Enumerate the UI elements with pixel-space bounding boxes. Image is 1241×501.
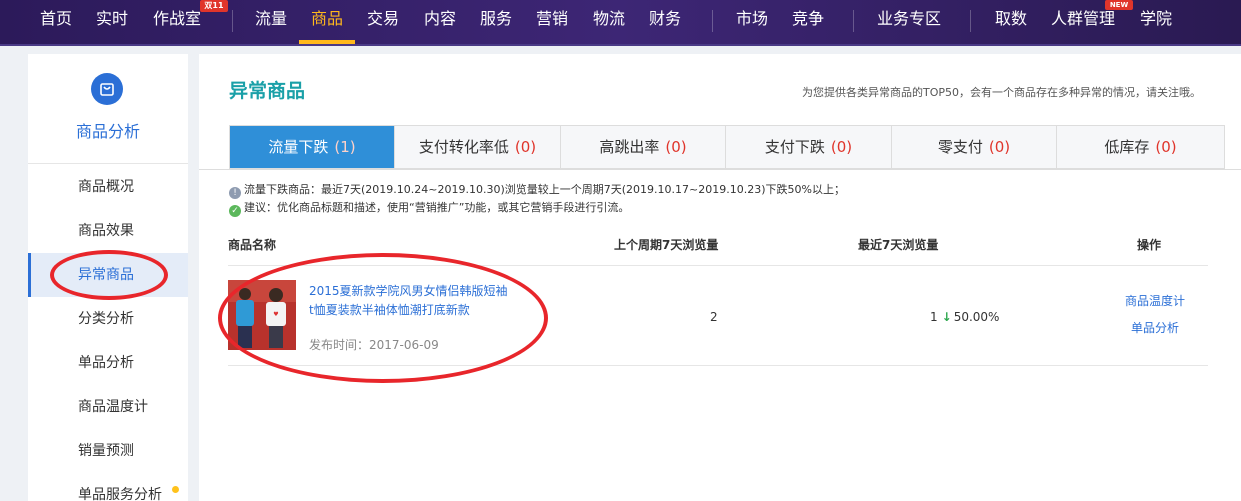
- warn-note: ! 流量下跌商品：最近7天(2019.10.24~2019.10.30)浏览量较上…: [229, 181, 845, 199]
- nav-item-academy[interactable]: 学院: [1140, 0, 1172, 40]
- nav-item-traffic[interactable]: 流量: [255, 0, 287, 40]
- sidebar-item-single-analysis[interactable]: 单品分析: [28, 341, 188, 385]
- tab-low-stock[interactable]: 低库存 (0): [1057, 126, 1224, 168]
- nav-item-business-zone[interactable]: 业务专区: [877, 0, 941, 40]
- info-icon: !: [229, 187, 241, 199]
- nav-item-logistics[interactable]: 物流: [593, 0, 625, 40]
- double11-badge: 双11: [200, 0, 228, 12]
- sidebar-item-product-thermometer[interactable]: 商品温度计: [28, 385, 188, 429]
- sidebar-item-product-overview[interactable]: 商品概况: [28, 165, 188, 209]
- shopping-bag-icon: [91, 73, 123, 105]
- sidebar-item-sales-forecast[interactable]: 销量预测: [28, 429, 188, 473]
- nav-separator: [232, 10, 233, 32]
- tab-count: (0): [514, 138, 537, 156]
- recent-views: 1 ↓ 50.00%: [930, 310, 999, 324]
- annotation-circle-sidebar: [50, 250, 168, 300]
- product-thermometer-link[interactable]: 商品温度计: [1125, 292, 1185, 309]
- warn-note-text: 流量下跌商品：最近7天(2019.10.24~2019.10.30)浏览量较上一…: [244, 183, 845, 196]
- sidebar-item-category-analysis[interactable]: 分类分析: [28, 297, 188, 341]
- nav-separator: [853, 10, 854, 32]
- tab-count: (0): [665, 138, 687, 156]
- annotation-circle-product: [218, 253, 548, 383]
- tab-label: 支付下跌: [764, 138, 825, 156]
- prev-views-value: 2: [710, 310, 718, 324]
- advice-note: ✓ 建议：优化商品标题和描述，使用“营销推广”功能，或其它营销手段进行引流。: [229, 199, 845, 217]
- tab-traffic-drop[interactable]: 流量下跌 (1): [230, 126, 395, 168]
- nav-separator: [712, 10, 713, 32]
- sidebar-item-product-effect[interactable]: 商品效果: [28, 209, 188, 253]
- tab-label: 高跳出率: [599, 138, 660, 156]
- tab-count: (0): [1155, 138, 1177, 156]
- nav-item-market[interactable]: 市场: [736, 0, 768, 40]
- tab-zero-payment[interactable]: 零支付 (0): [892, 126, 1057, 168]
- change-percent: 50.00%: [953, 310, 1000, 324]
- nav-item-competition[interactable]: 竞争: [792, 0, 824, 40]
- check-icon: ✓: [229, 205, 241, 217]
- tab-label: 低库存: [1104, 138, 1150, 156]
- nav-item-fetch-data[interactable]: 取数: [995, 0, 1027, 40]
- notification-dot: [172, 486, 179, 493]
- col-operations: 操作: [1137, 238, 1162, 252]
- col-prev-views: 上个周期7天浏览量: [614, 238, 719, 252]
- tab-count: (1): [334, 138, 356, 156]
- page-title: 异常商品: [229, 80, 306, 102]
- sidebar-item-service-analysis[interactable]: 单品服务分析: [28, 473, 188, 501]
- nav-separator: [970, 10, 971, 32]
- sidebar-title: 商品分析: [75, 122, 140, 141]
- recent-views-value: 1: [930, 310, 938, 324]
- tab-bar: 流量下跌 (1) 支付转化率低 (0) 高跳出率 (0) 支付下跌 (0) 零支付 (0)…: [229, 125, 1225, 169]
- nav-bottom-line: [0, 44, 1241, 46]
- nav-item-realtime[interactable]: 实时: [96, 0, 128, 40]
- nav-item-marketing[interactable]: 营销: [536, 0, 568, 40]
- new-badge: NEW: [1105, 0, 1133, 10]
- nav-item-war-room[interactable]: 作战室: [153, 0, 201, 40]
- col-recent-views: 最近7天浏览量: [858, 238, 939, 252]
- tab-high-bounce[interactable]: 高跳出率 (0): [561, 126, 726, 168]
- nav-item-content[interactable]: 内容: [424, 0, 456, 40]
- single-analysis-link[interactable]: 单品分析: [1131, 319, 1179, 336]
- notes: ! 流量下跌商品：最近7天(2019.10.24~2019.10.30)浏览量较上…: [229, 181, 845, 217]
- tab-label: 流量下跌: [268, 138, 329, 156]
- col-product-name: 商品名称: [228, 238, 277, 252]
- page-hint: 为您提供各类异常商品的TOP50，会有一个商品存在多种异常的情况，请关注哦。: [801, 86, 1201, 99]
- tab-label: 零支付: [937, 138, 983, 156]
- nav-item-home[interactable]: 首页: [40, 0, 72, 40]
- sidebar-header: 商品分析: [28, 54, 188, 164]
- arrow-down-icon: ↓: [941, 310, 952, 324]
- nav-item-finance[interactable]: 财务: [649, 0, 681, 40]
- top-nav: 首页 实时 作战室 双11 流量 商品 交易 内容 服务 营销 物流 财务 市场…: [0, 0, 1241, 44]
- tab-label: 支付转化率低: [418, 138, 509, 156]
- nav-item-product[interactable]: 商品: [311, 0, 343, 40]
- tab-underline: [199, 169, 1241, 170]
- tab-count: (0): [830, 138, 853, 156]
- tab-low-conversion[interactable]: 支付转化率低 (0): [395, 126, 561, 168]
- tab-payment-drop[interactable]: 支付下跌 (0): [726, 126, 892, 168]
- nav-item-service[interactable]: 服务: [480, 0, 512, 40]
- advice-note-text: 建议：优化商品标题和描述，使用“营销推广”功能，或其它营销手段进行引流。: [244, 201, 630, 214]
- tab-count: (0): [988, 138, 1011, 156]
- nav-item-trade[interactable]: 交易: [367, 0, 399, 40]
